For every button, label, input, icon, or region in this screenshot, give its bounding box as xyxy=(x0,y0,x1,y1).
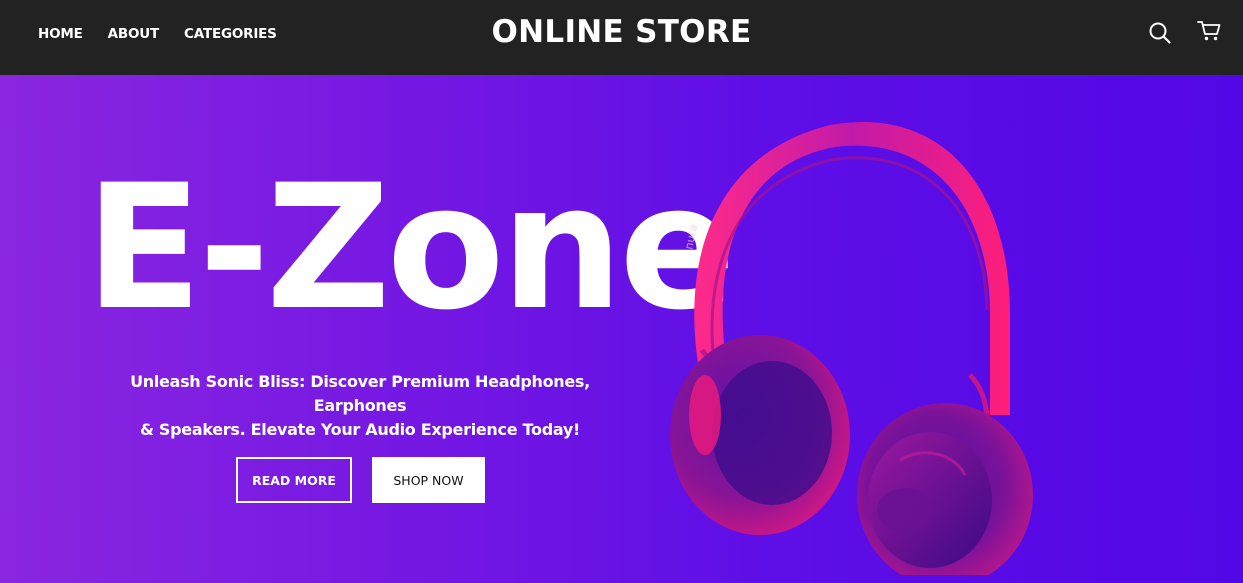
hero-banner: E-Zone Unleash Sonic Bliss: Discover Pre… xyxy=(0,75,1243,583)
headphones-product-image: nura xyxy=(670,121,1033,575)
main-nav: HOME ABOUT CATEGORIES xyxy=(38,0,302,68)
cart-button[interactable] xyxy=(1196,18,1222,44)
nav-link-home[interactable]: HOME xyxy=(38,26,83,42)
hero-tagline: Unleash Sonic Bliss: Discover Premium He… xyxy=(100,370,620,442)
nav-link-categories[interactable]: CATEGORIES xyxy=(184,26,277,42)
search-button[interactable] xyxy=(1147,20,1173,46)
search-icon xyxy=(1149,22,1171,44)
brand-logo[interactable]: ONLINE STORE xyxy=(492,14,752,50)
page: HOME ABOUT CATEGORIES ONLINE STORE E-Zon… xyxy=(0,0,1243,583)
hero-title: E-Zone xyxy=(85,147,736,348)
shop-now-button[interactable]: SHOP NOW xyxy=(372,457,485,503)
headphone-brand-label: nura xyxy=(682,223,700,250)
read-more-button[interactable]: READ MORE xyxy=(236,457,352,503)
hero-tagline-line-1: Unleash Sonic Bliss: Discover Premium He… xyxy=(130,372,590,415)
top-navbar: HOME ABOUT CATEGORIES ONLINE STORE xyxy=(0,0,1243,75)
nav-link-about[interactable]: ABOUT xyxy=(108,26,160,42)
cart-icon xyxy=(1197,21,1221,41)
hero-tagline-line-2: & Speakers. Elevate Your Audio Experienc… xyxy=(139,420,580,439)
